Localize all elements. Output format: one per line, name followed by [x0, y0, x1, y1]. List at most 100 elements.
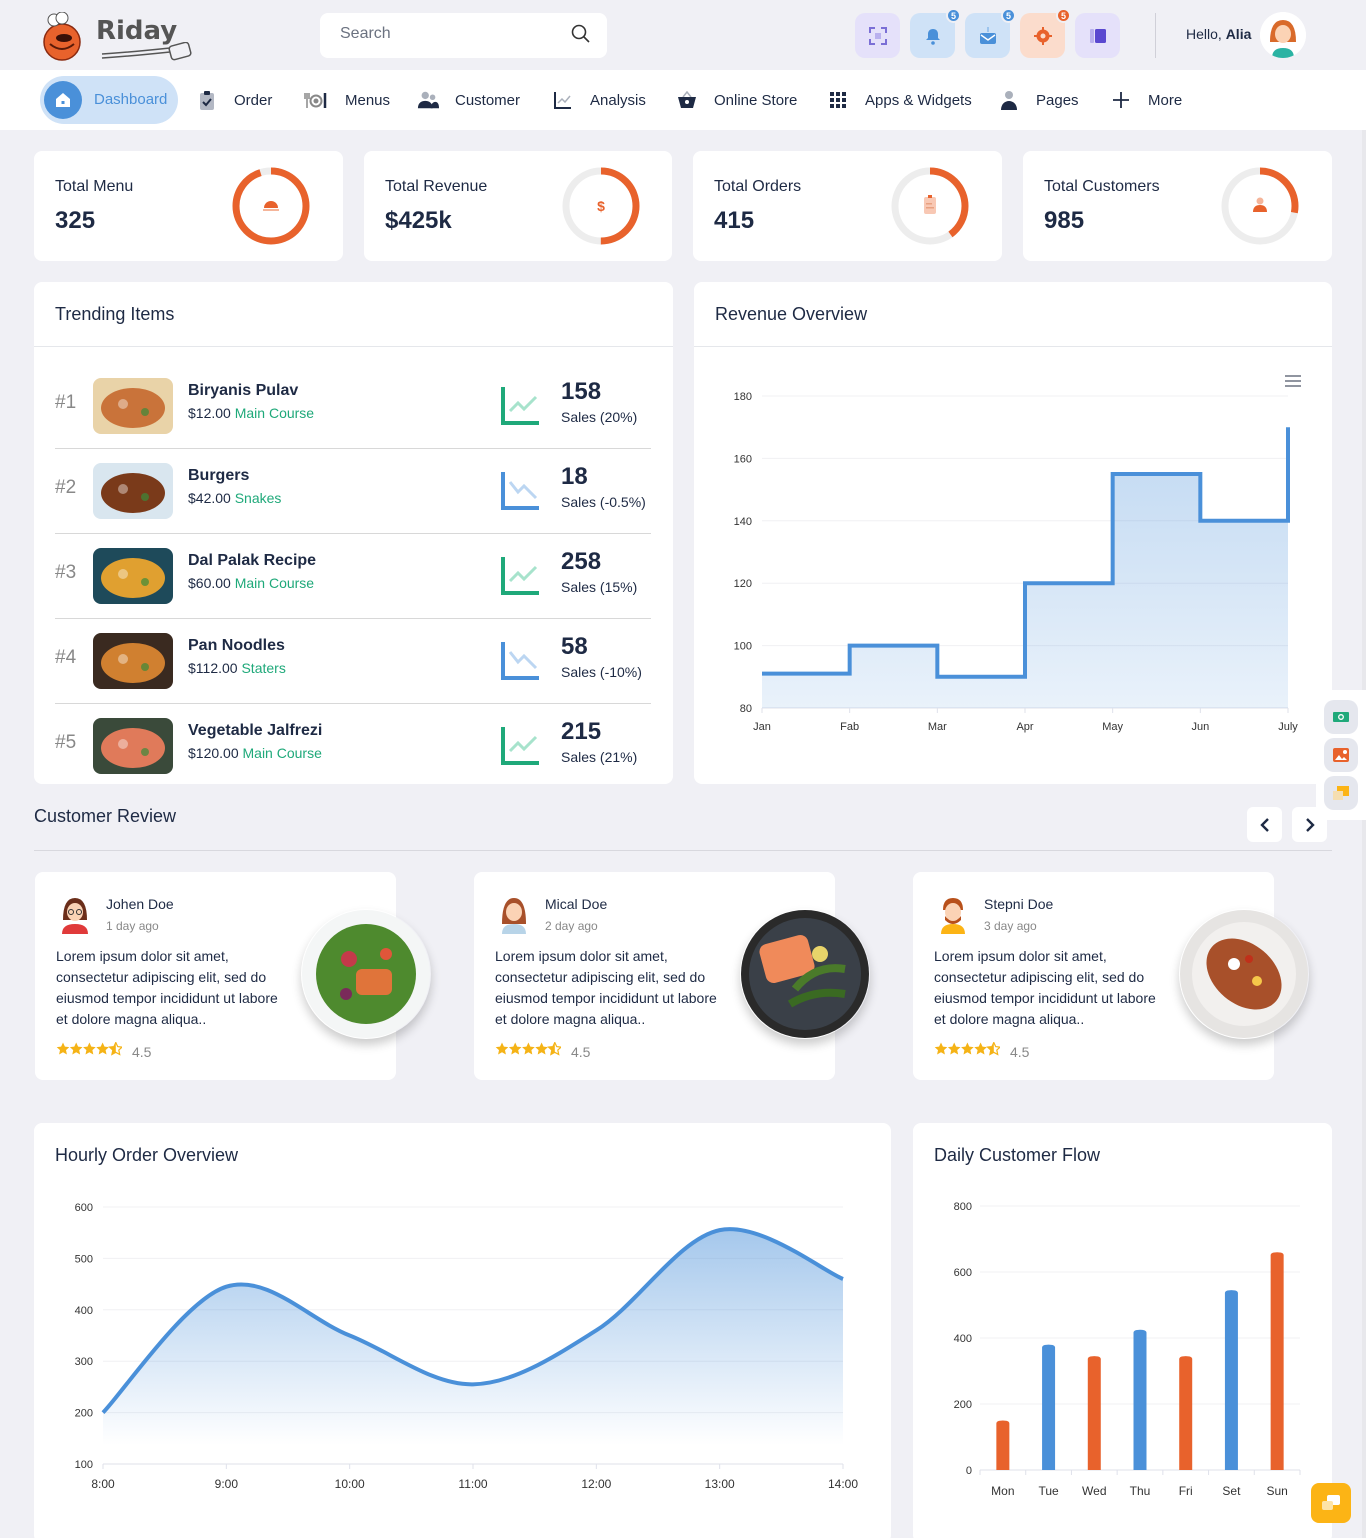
stat-title: Total Orders — [714, 178, 802, 195]
nav-item-online-store[interactable]: Online Store — [676, 70, 797, 130]
item-sales-change: Sales (-0.5%) — [561, 494, 646, 510]
nav-label: Order — [234, 91, 273, 109]
nav-item-pages[interactable]: Pages — [998, 70, 1079, 130]
sidebar-toggle-button[interactable] — [1075, 13, 1120, 58]
stat-value: 415 — [714, 207, 755, 234]
stat-title: Total Revenue — [385, 178, 488, 195]
trending-item-row[interactable]: #5 Vegetable Jalfrezi $120.00 Main Course 2… — [55, 704, 651, 789]
reviews-next-button[interactable] — [1292, 807, 1327, 842]
spatula-icon — [101, 42, 192, 61]
user-icon — [998, 89, 1020, 111]
item-rank: #2 — [55, 477, 77, 498]
trending-items-card: Trending Items #1 Biryanis Pulav $12.00 Ma… — [34, 282, 673, 784]
review-text: Lorem ipsum dolor sit amet, consectetur … — [56, 948, 278, 1027]
review-text: Lorem ipsum dolor sit amet, consectetur … — [934, 948, 1156, 1027]
food-cloche-icon — [263, 201, 279, 211]
y-tick-label: 0 — [966, 1465, 972, 1477]
revenue-overview-card: Revenue Overview 80 100 120 140 160 180 Jan Fab… — [694, 282, 1332, 784]
item-price-line: $112.00 Staters — [188, 660, 286, 676]
item-category: Main Course — [234, 405, 315, 421]
item-price: $60.00 — [188, 575, 231, 591]
nav-item-apps-widgets[interactable]: Apps & Widgets — [827, 70, 972, 130]
x-tick-label: Set — [1222, 1484, 1241, 1498]
nav-item-menus[interactable]: Menus — [303, 70, 390, 130]
dollar-icon: $ — [597, 198, 605, 214]
nav-label: Menus — [345, 91, 391, 109]
item-price: $112.00 — [188, 660, 238, 676]
floating-side-widget — [1316, 690, 1366, 820]
daily-bar-chart: 0 200 400 600 800 Mon Tue Wed Thu Fri Set Sun — [954, 1201, 1301, 1498]
gear-icon — [1033, 26, 1052, 45]
nav-item-analysis[interactable]: Analysis — [552, 70, 646, 130]
nav-label: Apps & Widgets — [865, 91, 972, 109]
food-image — [93, 548, 173, 604]
item-name: Burgers — [188, 467, 250, 484]
x-tick-label: 10:00 — [335, 1477, 365, 1491]
reviews-prev-button[interactable] — [1247, 807, 1282, 842]
x-tick-label: July — [1278, 721, 1298, 733]
nav-item-more[interactable]: More — [1110, 70, 1182, 130]
review-time: 1 day ago — [106, 919, 159, 933]
chat-button[interactable] — [1311, 1483, 1351, 1523]
notifications-button[interactable]: 5 — [910, 8, 961, 58]
side-widget-slides-button[interactable] — [1324, 776, 1358, 810]
nav-item-dashboard[interactable]: Dashboard — [40, 76, 178, 124]
trending-item-row[interactable]: #2 Burgers $42.00 Snakes 18 Sales (-0.5%) — [55, 449, 651, 534]
trending-item-row[interactable]: #1 Biryanis Pulav $12.00 Main Course 158 Sal… — [55, 364, 651, 449]
stat-progress-ring — [232, 167, 310, 245]
reviewer-name: Johen Doe — [106, 896, 174, 912]
customer-icon — [1253, 197, 1267, 212]
item-sales-count: 58 — [561, 633, 588, 660]
slides-icon — [1333, 786, 1349, 800]
user-avatar[interactable] — [1260, 12, 1306, 58]
y-tick-label: 160 — [734, 453, 752, 465]
item-price-line: $12.00 Main Course — [188, 405, 314, 421]
clipboard-check-icon — [196, 89, 218, 111]
side-widget-image-button[interactable] — [1324, 738, 1358, 772]
nav-label: Dashboard — [94, 91, 168, 108]
stat-progress-ring — [1221, 167, 1299, 245]
chat-icon — [1322, 1495, 1340, 1510]
users-icon — [417, 89, 439, 111]
item-sales-count: 18 — [561, 463, 588, 490]
chevron-right-icon — [1305, 817, 1315, 832]
x-tick-label: Wed — [1082, 1484, 1106, 1498]
search-icon[interactable] — [571, 24, 591, 44]
trending-item-row[interactable]: #4 Pan Noodles $112.00 Staters 58 Sales (-10… — [55, 619, 651, 704]
chef-logo-icon — [43, 11, 81, 61]
item-price: $12.00 — [188, 405, 231, 421]
nav-item-order[interactable]: Order — [196, 70, 272, 130]
stat-progress-ring: $ — [562, 167, 640, 245]
item-name: Vegetable Jalfrezi — [188, 722, 323, 739]
card-title: Hourly Order Overview — [55, 1145, 239, 1165]
item-sales-change: Sales (21%) — [561, 749, 638, 765]
settings-badge: 5 — [1056, 8, 1071, 23]
x-tick-label: Sun — [1266, 1484, 1287, 1498]
item-sales-count: 215 — [561, 718, 602, 745]
review-time: 2 day ago — [545, 919, 598, 933]
search-input[interactable] — [340, 25, 560, 43]
y-tick-label: 100 — [75, 1459, 93, 1471]
item-rank: #5 — [55, 732, 77, 753]
x-tick-label: Jan — [753, 721, 771, 733]
messages-button[interactable]: 5 — [965, 8, 1016, 58]
nav-item-customer[interactable]: Customer — [417, 70, 520, 130]
star-rating-icon — [495, 1041, 563, 1061]
item-price-line: $60.00 Main Course — [188, 575, 314, 591]
y-tick-label: 140 — [734, 516, 752, 528]
card-title: Revenue Overview — [715, 304, 868, 324]
trending-item-row[interactable]: #3 Dal Palak Recipe $60.00 Main Course 258 S… — [55, 534, 651, 619]
fullscreen-button[interactable] — [855, 13, 900, 58]
chevron-left-icon — [1259, 817, 1269, 832]
trend-up-icon — [501, 387, 539, 425]
user-greeting: Hello, Alia — [1186, 26, 1251, 42]
settings-button[interactable]: 5 — [1020, 8, 1071, 58]
brand-logo[interactable]: Riday — [40, 11, 200, 62]
bar — [1042, 1344, 1056, 1470]
x-tick-label: 11:00 — [458, 1477, 487, 1491]
stat-value: 325 — [55, 207, 96, 234]
side-widget-money-button[interactable] — [1324, 700, 1358, 734]
bell-icon — [925, 28, 940, 45]
card-title: Daily Customer Flow — [934, 1145, 1101, 1165]
stat-value: 985 — [1044, 207, 1085, 234]
